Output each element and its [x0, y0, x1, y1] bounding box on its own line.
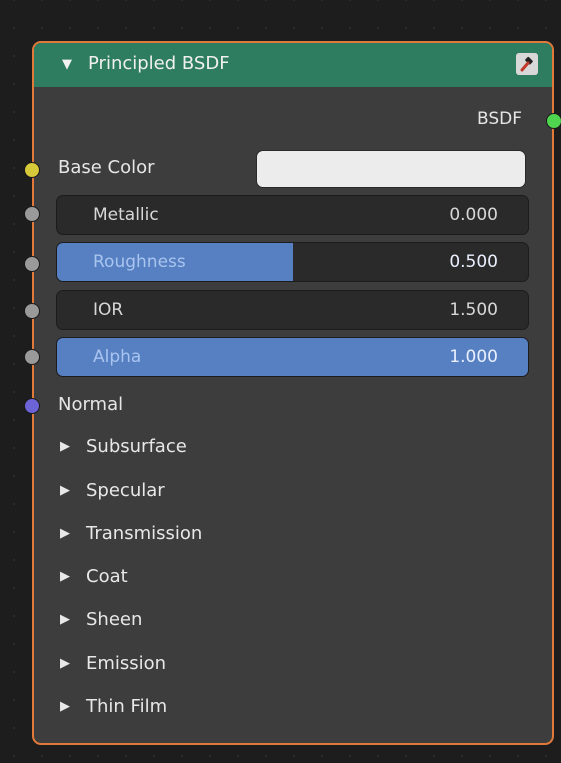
alpha-slider[interactable]: Alpha 1.000 [56, 337, 529, 377]
triangle-right-icon: ▶ [60, 569, 70, 584]
panel-subsurface[interactable]: ▶ Subsurface [60, 436, 187, 457]
roughness-slider[interactable]: Roughness 0.500 [56, 242, 529, 282]
panel-transmission[interactable]: ▶ Transmission [60, 523, 202, 544]
ior-label: IOR [93, 300, 124, 320]
roughness-label: Roughness [93, 252, 186, 272]
ior-value: 1.500 [449, 300, 498, 320]
panel-sheen[interactable]: ▶ Sheen [60, 609, 142, 630]
ior-slider[interactable]: IOR 1.500 [56, 290, 529, 330]
panel-label: Subsurface [86, 436, 187, 457]
metallic-value: 0.000 [449, 205, 498, 225]
node-title: Principled BSDF [88, 53, 230, 74]
panel-label: Sheen [86, 609, 143, 630]
base-color-swatch[interactable] [256, 150, 526, 188]
panel-emission[interactable]: ▶ Emission [60, 653, 166, 674]
metallic-slider[interactable]: Metallic 0.000 [56, 195, 529, 235]
triangle-right-icon: ▶ [60, 526, 70, 541]
normal-socket[interactable] [24, 398, 40, 414]
principled-bsdf-node[interactable]: ▼ Principled BSDF BSDF Base Color Metall… [24, 41, 561, 745]
output-bsdf-socket[interactable] [546, 113, 561, 129]
triangle-right-icon: ▶ [60, 656, 70, 671]
panel-label: Emission [86, 653, 167, 674]
panel-thin-film[interactable]: ▶ Thin Film [60, 696, 167, 717]
output-bsdf-label: BSDF [476, 109, 522, 129]
collapse-triangle-icon[interactable]: ▼ [62, 57, 72, 72]
alpha-value: 1.000 [449, 347, 498, 367]
alpha-label: Alpha [93, 347, 142, 367]
panel-label: Coat [86, 566, 128, 587]
roughness-socket[interactable] [24, 256, 40, 272]
panel-label: Thin Film [86, 696, 168, 717]
roughness-value: 0.500 [449, 252, 498, 272]
panel-label: Transmission [86, 523, 203, 544]
panel-specular[interactable]: ▶ Specular [60, 480, 165, 501]
panel-coat[interactable]: ▶ Coat [60, 566, 128, 587]
triangle-right-icon: ▶ [60, 612, 70, 627]
normal-label: Normal [58, 394, 124, 415]
triangle-right-icon: ▶ [60, 483, 70, 498]
ior-socket[interactable] [24, 303, 40, 319]
node-header[interactable]: ▼ Principled BSDF [34, 43, 552, 87]
metallic-label: Metallic [93, 205, 159, 225]
alpha-socket[interactable] [24, 349, 40, 365]
base-color-label: Base Color [58, 157, 155, 178]
metallic-socket[interactable] [24, 206, 40, 222]
hammer-icon[interactable] [516, 53, 538, 75]
base-color-socket[interactable] [24, 162, 40, 178]
triangle-right-icon: ▶ [60, 439, 70, 454]
triangle-right-icon: ▶ [60, 699, 70, 714]
panel-label: Specular [86, 480, 165, 501]
